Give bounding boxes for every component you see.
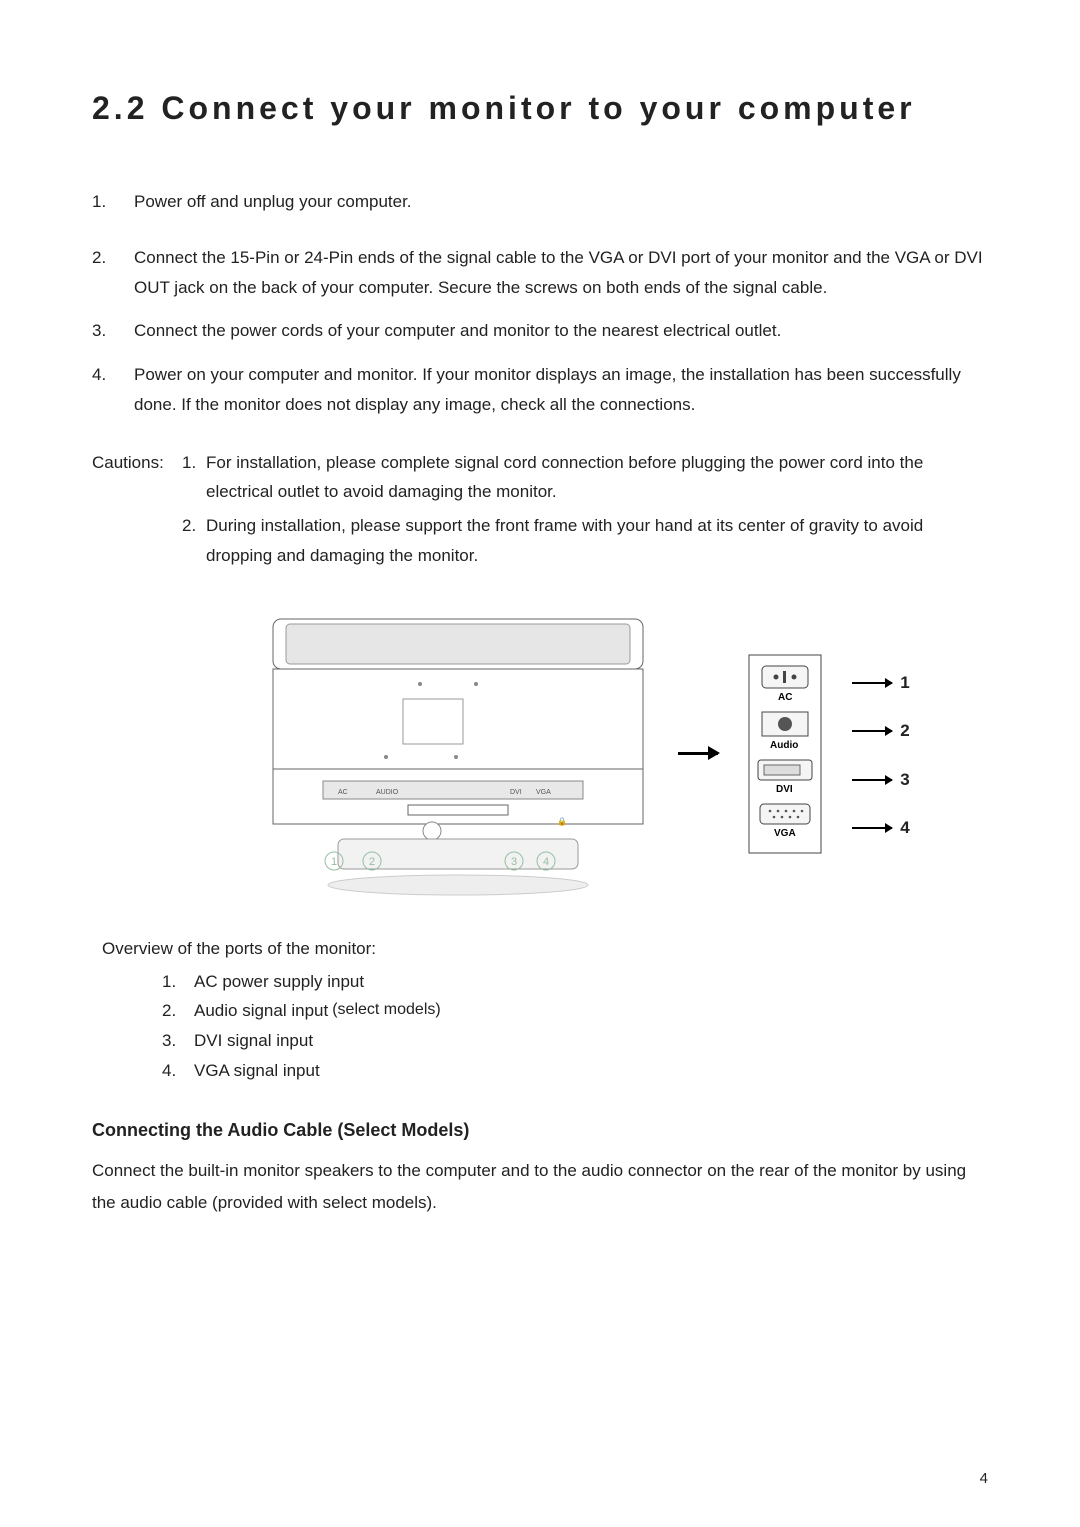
port-arrow-row: 3 <box>852 770 909 790</box>
item-text: Audio signal input <box>194 996 328 1026</box>
svg-text:DVI: DVI <box>510 789 522 796</box>
item-text: DVI signal input <box>194 1026 313 1056</box>
step-number: 4. <box>92 360 134 420</box>
steps-list: 1. Power off and unplug your computer. 2… <box>92 187 988 420</box>
arrow-right-icon <box>678 752 718 755</box>
list-item: 3. DVI signal input <box>162 1026 988 1056</box>
step-number: 1. <box>92 187 134 217</box>
page-title: 2.2 Connect your monitor to your compute… <box>92 90 988 127</box>
caution-number: 2. <box>182 511 206 571</box>
arrow-right-icon <box>852 827 892 829</box>
cautions-items: 1. For installation, please complete sig… <box>182 448 988 575</box>
port-label-audio: Audio <box>770 740 798 751</box>
step-number: 2. <box>92 243 134 303</box>
port-number: 1 <box>900 673 909 693</box>
list-item: 1. AC power supply input <box>162 967 988 997</box>
cautions-label: Cautions: <box>92 448 182 575</box>
svg-text:🔒: 🔒 <box>557 817 567 826</box>
overview-heading: Overview of the ports of the monitor: <box>102 939 988 959</box>
item-text: VGA signal input <box>194 1056 320 1086</box>
port-label-ac: AC <box>778 692 792 703</box>
ports-numbered-labels: 1 2 3 4 <box>852 669 909 839</box>
figure-area: AC AUDIO DVI VGA 1 2 3 4 🔒 AC Audio DVI <box>190 609 988 899</box>
arrow-right-icon <box>852 682 892 684</box>
cautions-block: Cautions: 1. For installation, please co… <box>92 448 988 575</box>
list-item: 4. VGA signal input <box>162 1056 988 1086</box>
step-item: 3. Connect the power cords of your compu… <box>92 316 988 346</box>
step-text: Power off and unplug your computer. <box>134 187 412 217</box>
caution-number: 1. <box>182 448 206 508</box>
port-number: 4 <box>900 818 909 838</box>
item-number: 2. <box>162 996 194 1026</box>
audio-section-heading: Connecting the Audio Cable (Select Model… <box>92 1120 988 1141</box>
port-arrow-row: 2 <box>852 721 909 741</box>
svg-text:VGA: VGA <box>536 789 551 796</box>
svg-text:4: 4 <box>543 856 549 868</box>
step-text: Connect the power cords of your computer… <box>134 316 781 346</box>
svg-text:2: 2 <box>369 856 375 868</box>
caution-text: During installation, please support the … <box>206 511 988 571</box>
svg-text:1: 1 <box>331 856 337 868</box>
arrow-right-icon <box>852 779 892 781</box>
item-number: 1. <box>162 967 194 997</box>
step-text: Connect the 15-Pin or 24-Pin ends of the… <box>134 243 988 303</box>
step-item: 2. Connect the 15-Pin or 24-Pin ends of … <box>92 243 988 303</box>
page-number: 4 <box>980 1470 988 1487</box>
item-text: AC power supply input <box>194 967 364 997</box>
svg-text:AC: AC <box>338 789 348 796</box>
item-number: 3. <box>162 1026 194 1056</box>
ports-icons-illustration: AC Audio DVI VGA <box>748 654 822 854</box>
step-text: Power on your computer and monitor. If y… <box>134 360 988 420</box>
item-note: (select models) <box>332 996 440 1026</box>
port-label-dvi: DVI <box>776 784 793 795</box>
svg-text:AUDIO: AUDIO <box>376 789 399 796</box>
step-item: 1. Power off and unplug your computer. <box>92 187 988 217</box>
monitor-rear-illustration: AC AUDIO DVI VGA 1 2 3 4 🔒 <box>268 609 648 899</box>
audio-section-body: Connect the built-in monitor speakers to… <box>92 1155 988 1220</box>
figure-connector-arrow <box>678 669 718 839</box>
ports-overview-list: 1. AC power supply input 2. Audio signal… <box>162 967 988 1086</box>
arrow-right-icon <box>852 730 892 732</box>
step-item: 4. Power on your computer and monitor. I… <box>92 360 988 420</box>
caution-text: For installation, please complete signal… <box>206 448 988 508</box>
svg-text:3: 3 <box>511 856 517 868</box>
port-label-vga: VGA <box>774 828 796 839</box>
step-number: 3. <box>92 316 134 346</box>
caution-item: 1. For installation, please complete sig… <box>182 448 988 508</box>
port-arrow-row: 4 <box>852 818 909 838</box>
port-arrow-row: 1 <box>852 673 909 693</box>
port-number: 3 <box>900 770 909 790</box>
caution-item: 2. During installation, please support t… <box>182 511 988 571</box>
list-item: 2. Audio signal input (select models) <box>162 996 988 1026</box>
port-number: 2 <box>900 721 909 741</box>
item-number: 4. <box>162 1056 194 1086</box>
